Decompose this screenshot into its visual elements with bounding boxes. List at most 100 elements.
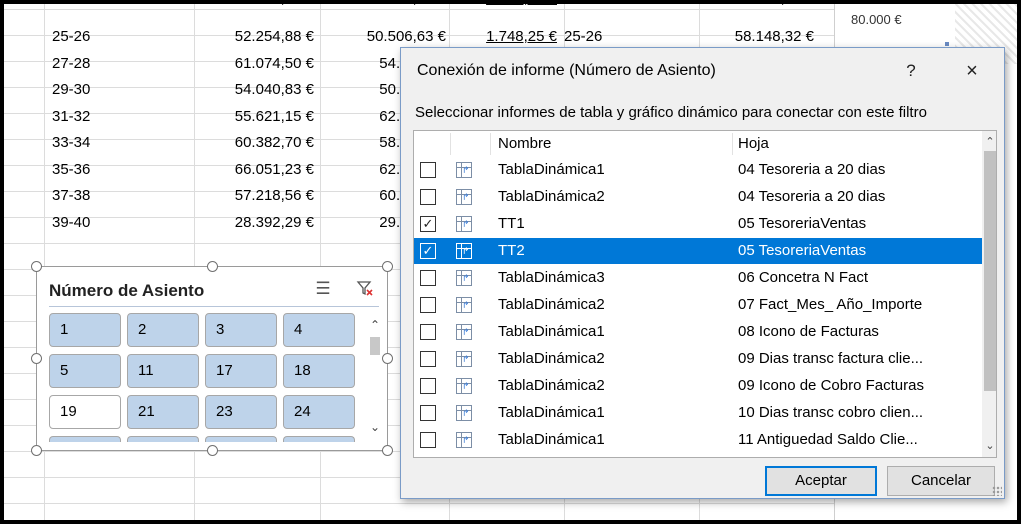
refresh-arrow-icon: ↱ xyxy=(462,219,470,229)
list-item[interactable]: ✓ ↱ TT2 05 TesoreriaVentas xyxy=(414,238,982,264)
sheet-name: 09 Icono de Cobro Facturas xyxy=(738,377,924,394)
list-item[interactable]: ↱ TablaDinámica1 10 Dias transc cobro clie… xyxy=(414,400,982,426)
connection-checkbox[interactable] xyxy=(420,297,436,313)
sheet-cell[interactable]: 27-28 xyxy=(52,51,182,77)
resize-grip-icon[interactable] xyxy=(992,486,1002,496)
slicer-item[interactable]: 18 xyxy=(283,354,355,388)
sheet-cell[interactable]: 23-24 xyxy=(52,4,182,12)
pivot-table-name: TablaDinámica2 xyxy=(498,350,605,367)
scroll-down-icon[interactable]: ⌄ xyxy=(982,437,996,455)
list-scrollbar[interactable]: ⌃ ⌄ xyxy=(982,131,996,457)
scroll-thumb[interactable] xyxy=(984,151,996,391)
help-button[interactable]: ? xyxy=(897,58,925,84)
connection-checkbox[interactable] xyxy=(420,378,436,394)
accept-button[interactable]: Aceptar xyxy=(765,466,877,496)
scroll-up-icon[interactable]: ⌃ xyxy=(367,317,383,333)
column-header-sheet[interactable]: Hoja xyxy=(732,131,769,157)
sheet-cell[interactable]: 48.362,76 € xyxy=(320,4,446,12)
connection-checkbox[interactable]: ✓ xyxy=(420,243,436,259)
list-item[interactable]: ↱ TablaDinámica1 04 Tesoreria a 20 dias xyxy=(414,157,982,183)
resize-handle[interactable] xyxy=(382,261,393,272)
refresh-arrow-icon: ↱ xyxy=(462,381,470,391)
sheet-cell[interactable]: 33-34 xyxy=(52,130,182,156)
pivot-table-name: TablaDinámica1 xyxy=(498,323,605,340)
sheet-cell[interactable]: 66.051,23 € xyxy=(194,157,314,183)
scroll-thumb[interactable] xyxy=(370,337,380,355)
pivot-table-list[interactable]: Nombre Hoja ↱ TablaDinámica1 04 Tesoreria … xyxy=(413,130,997,458)
sheet-cell[interactable]: 28.392,29 € xyxy=(194,210,314,236)
slicer-item-partial[interactable] xyxy=(205,436,277,442)
resize-handle[interactable] xyxy=(31,445,42,456)
slicer-item[interactable]: 2 xyxy=(127,313,199,347)
resize-handle[interactable] xyxy=(31,261,42,272)
cancel-button[interactable]: Cancelar xyxy=(887,466,995,496)
connection-checkbox[interactable] xyxy=(420,324,436,340)
slicer-item-partial[interactable] xyxy=(283,436,355,442)
resize-handle[interactable] xyxy=(382,353,393,364)
slicer-item[interactable]: 19 xyxy=(49,395,121,429)
refresh-arrow-icon: ↱ xyxy=(462,273,470,283)
list-item[interactable]: ↱ TablaDinámica2 07 Fact_Mes_ Año_Importe xyxy=(414,292,982,318)
slicer[interactable]: Número de Asiento ☰ 1 2 3 4 5 11 17 18 19 21 23 24 … xyxy=(31,261,393,456)
slicer-item[interactable]: 11 xyxy=(127,354,199,388)
sheet-cell[interactable]: 55.621,15 € xyxy=(194,104,314,130)
sheet-cell[interactable]: 39-40 xyxy=(52,210,182,236)
pivot-table-name: TablaDinámica1 xyxy=(498,161,605,178)
slicer-item[interactable]: 21 xyxy=(127,395,199,429)
sheet-cell[interactable]: 52.254,88 € xyxy=(194,24,314,50)
sheet-cell[interactable]: 29-30 xyxy=(52,77,182,103)
slicer-item[interactable]: 1 xyxy=(49,313,121,347)
list-item[interactable]: ↱ TablaDinámica3 06 Concetra N Fact xyxy=(414,265,982,291)
list-item[interactable]: ↱ TablaDinámica1 11 Antiguedad Saldo Clie.… xyxy=(414,427,982,453)
slicer-item[interactable]: 23 xyxy=(205,395,277,429)
pivot-table-name: TablaDinámica1 xyxy=(498,404,605,421)
multiselect-icon[interactable]: ☰ xyxy=(313,279,333,299)
resize-handle[interactable] xyxy=(382,445,393,456)
slicer-item[interactable]: 3 xyxy=(205,313,277,347)
sheet-cell[interactable]: 55.973,76 € xyxy=(694,4,814,12)
connection-checkbox[interactable] xyxy=(420,432,436,448)
connection-checkbox[interactable]: ✓ xyxy=(420,216,436,232)
connection-checkbox[interactable] xyxy=(420,351,436,367)
connection-checkbox[interactable] xyxy=(420,405,436,421)
sheet-cell[interactable]: 35-36 xyxy=(52,157,182,183)
sheet-cell[interactable]: 60.382,70 € xyxy=(194,130,314,156)
slicer-item[interactable]: 17 xyxy=(205,354,277,388)
sheet-cell[interactable]: 50.155,84 € xyxy=(194,4,314,12)
close-button[interactable]: × xyxy=(957,58,987,84)
list-item[interactable]: ↱ TablaDinámica2 09 Icono de Cobro Factura… xyxy=(414,373,982,399)
slicer-item-partial[interactable] xyxy=(127,436,199,442)
slicer-item[interactable]: 4 xyxy=(283,313,355,347)
list-item[interactable]: ↱ TablaDinámica1 08 Icono de Facturas xyxy=(414,319,982,345)
list-item[interactable]: ✓ ↱ TT1 05 TesoreriaVentas xyxy=(414,211,982,237)
list-item[interactable]: ↱ TablaDinámica2 09 Dias transc factura cl… xyxy=(414,346,982,372)
slicer-item-partial[interactable] xyxy=(49,436,121,442)
sheet-cell[interactable]: 61.074,50 € xyxy=(194,51,314,77)
refresh-arrow-icon: ↱ xyxy=(462,327,470,337)
slicer-item[interactable]: 24 xyxy=(283,395,355,429)
sheet-cell[interactable]: 23-24 xyxy=(564,4,684,12)
sheet-cell[interactable]: 31-32 xyxy=(52,104,182,130)
connection-checkbox[interactable] xyxy=(420,162,436,178)
slicer-item[interactable]: 5 xyxy=(49,354,121,388)
sheet-cell[interactable]: 25-26 xyxy=(52,24,182,50)
list-item-partial[interactable] xyxy=(414,454,982,457)
resize-handle[interactable] xyxy=(31,353,42,364)
sheet-cell[interactable]: 37-38 xyxy=(52,183,182,209)
column-header-name[interactable]: Nombre xyxy=(492,131,551,157)
connection-checkbox[interactable] xyxy=(420,270,436,286)
sheet-cell[interactable]: 1.793,08 € xyxy=(449,4,557,12)
sheet-cell[interactable]: 57.218,56 € xyxy=(194,183,314,209)
scroll-up-icon[interactable]: ⌃ xyxy=(982,133,996,151)
list-item[interactable]: ↱ TablaDinámica2 04 Tesoreria a 20 dias xyxy=(414,184,982,210)
resize-handle[interactable] xyxy=(207,261,218,272)
slicer-scrollbar[interactable]: ⌃ ⌄ xyxy=(367,313,383,441)
scroll-down-icon[interactable]: ⌄ xyxy=(367,419,383,435)
chart-marker xyxy=(945,42,949,46)
sheet-name: 09 Dias transc factura clie... xyxy=(738,350,924,367)
resize-handle[interactable] xyxy=(207,445,218,456)
sheet-cell[interactable]: 54.040,83 € xyxy=(194,77,314,103)
connection-checkbox[interactable] xyxy=(420,189,436,205)
clear-filter-icon[interactable] xyxy=(355,279,375,302)
sheet-name: 04 Tesoreria a 20 dias xyxy=(738,161,886,178)
